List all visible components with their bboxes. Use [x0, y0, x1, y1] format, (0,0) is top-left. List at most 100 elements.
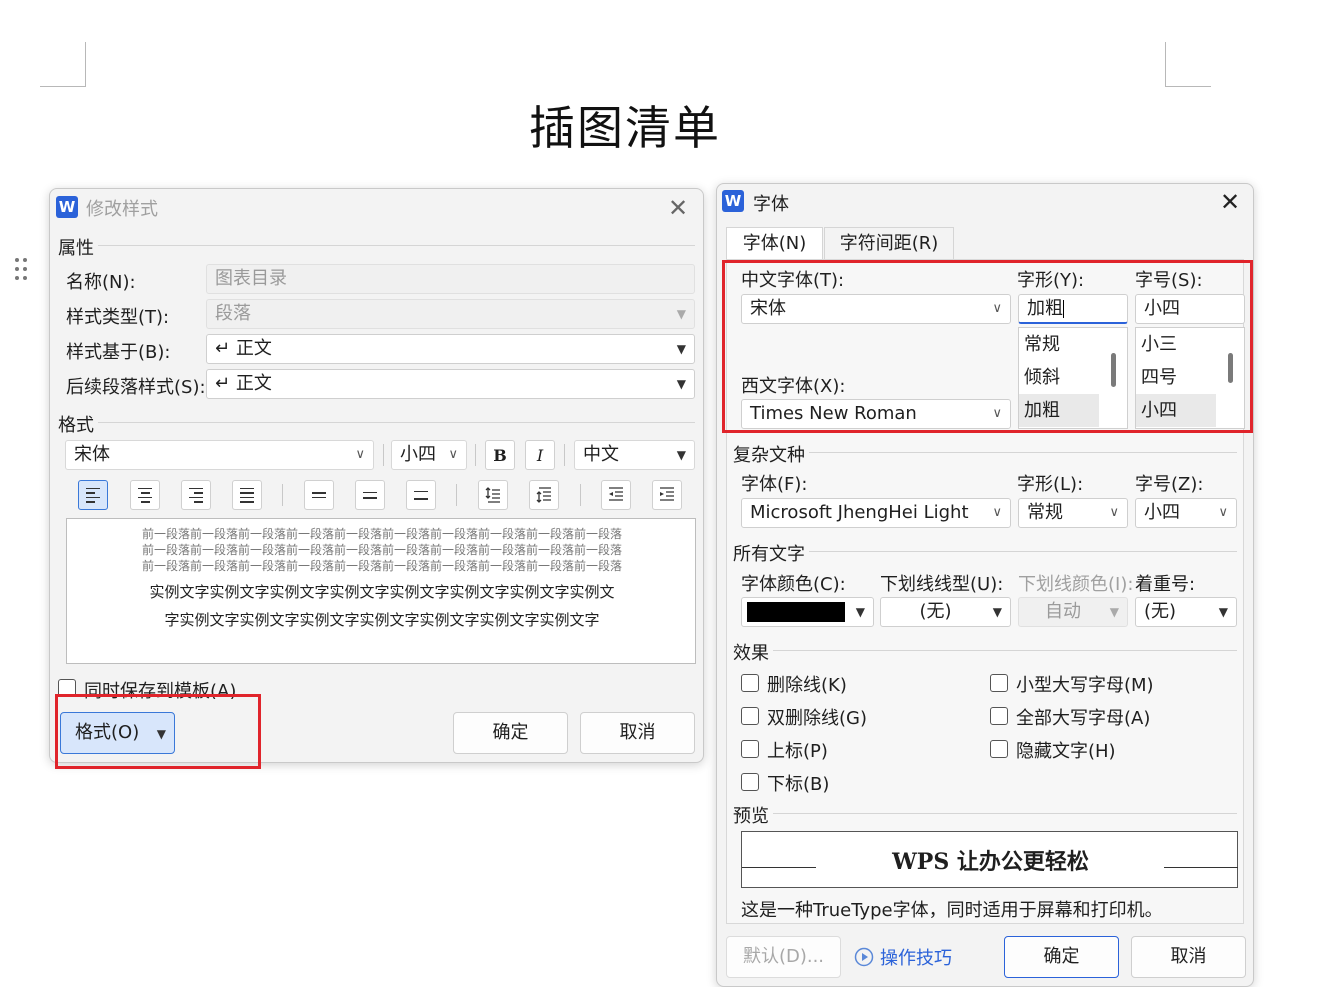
wps-app-icon: W [722, 190, 744, 212]
double-spacing-button[interactable] [406, 480, 436, 510]
size-select[interactable]: 小四 ∨ [391, 440, 467, 470]
strikethrough-checkbox[interactable] [741, 674, 759, 692]
preview-prev-paragraph: 前一段落前一段落前一段落前一段落前一段落前一段落前一段落前一段落前一段落前一段落 [141, 543, 622, 557]
tips-link[interactable]: 操作技巧 [854, 944, 952, 970]
complex-style-value: 常规 [1027, 502, 1063, 523]
complex-font-value: Microsoft JhengHei Light [750, 502, 969, 523]
hidden-text-label: 隐藏文字(H) [1016, 741, 1116, 762]
subscript-checkbox[interactable] [741, 773, 759, 791]
ok-button[interactable]: 确定 [453, 712, 568, 754]
next-style-value: 正文 [235, 373, 272, 394]
justify-button[interactable] [232, 480, 262, 510]
play-circle-icon [854, 947, 874, 967]
divider [282, 484, 283, 506]
cancel-button[interactable]: 取消 [1131, 936, 1246, 978]
style-preview-box: 前一段落前一段落前一段落前一段落前一段落前一段落前一段落前一段落前一段落前一段落… [66, 518, 696, 664]
double-strikethrough-label: 双删除线(G) [767, 708, 867, 729]
script-select[interactable]: 中文 ▼ [574, 440, 695, 470]
font-color-label: 字体颜色(C): [741, 574, 846, 595]
divider [98, 422, 695, 423]
align-left-button[interactable] [78, 480, 108, 510]
complex-style-select[interactable]: 常规 ∨ [1018, 498, 1128, 528]
align-right-icon [189, 487, 203, 503]
underline-style-label: 下划线线型(U): [880, 574, 1004, 595]
complex-size-value: 小四 [1144, 502, 1180, 523]
style-type-select[interactable]: 段落 ▼ [206, 299, 695, 329]
divider [475, 444, 476, 466]
underline-color-select[interactable]: 自动 ▼ [1018, 597, 1128, 627]
close-icon[interactable]: ✕ [668, 196, 688, 220]
next-style-select[interactable]: ↵ 正文 ▼ [206, 369, 695, 399]
complex-style-label: 字形(L): [1017, 474, 1084, 495]
strikethrough-label: 删除线(K) [767, 675, 847, 696]
caret-down-icon: ▼ [1218, 605, 1228, 619]
divider [773, 813, 1237, 814]
close-icon[interactable]: ✕ [1220, 190, 1240, 214]
format-section-title: 格式 [58, 415, 94, 436]
size-value: 小四 [400, 444, 436, 465]
decrease-indent-icon [609, 487, 623, 501]
chevron-down-icon: ∨ [992, 505, 1002, 520]
script-value: 中文 [583, 444, 619, 465]
font-preview-box: WPS 让办公更轻松 [741, 831, 1238, 888]
tab-character-spacing[interactable]: 字符间距(R) [824, 227, 954, 260]
italic-button[interactable]: I [525, 440, 555, 470]
underline-style-select[interactable]: (无) ▼ [880, 597, 1011, 627]
preview-section-title: 预览 [733, 806, 769, 827]
cancel-button[interactable]: 取消 [580, 712, 695, 754]
ok-button[interactable]: 确定 [1004, 936, 1119, 978]
properties-section-title: 属性 [58, 238, 94, 259]
divider [383, 444, 384, 466]
modify-style-dialog: W 修改样式 ✕ 属性 名称(N): 图表目录 样式类型(T): 段落 ▼ 样式… [49, 188, 704, 763]
space-before-button[interactable] [478, 480, 508, 510]
all-caps-checkbox[interactable] [990, 707, 1008, 725]
drag-handle-icon[interactable] [14, 257, 28, 281]
complex-font-label: 字体(F): [741, 474, 808, 495]
subscript-label: 下标(B) [767, 774, 830, 795]
align-right-button[interactable] [181, 480, 211, 510]
based-on-select[interactable]: ↵ 正文 ▼ [206, 334, 695, 364]
chevron-down-icon: ∨ [448, 447, 458, 462]
page-heading: 插图清单 [529, 101, 721, 155]
divider [98, 245, 695, 246]
align-center-icon [138, 487, 152, 503]
default-button[interactable]: 默认(D)... [726, 936, 841, 978]
based-on-value: 正文 [235, 338, 272, 359]
single-spacing-button[interactable] [304, 480, 334, 510]
emphasis-select[interactable]: (无) ▼ [1135, 597, 1237, 627]
complex-font-select[interactable]: Microsoft JhengHei Light ∨ [741, 498, 1011, 528]
increase-indent-button[interactable] [652, 480, 682, 510]
caret-down-icon: ▼ [855, 605, 865, 619]
caret-down-icon: ▼ [676, 377, 686, 391]
chevron-down-icon: ∨ [355, 447, 365, 462]
line-spacing-double-icon [414, 490, 428, 500]
caret-down-icon: ▼ [992, 605, 1002, 619]
name-field[interactable]: 图表目录 [206, 264, 695, 294]
style-type-label: 样式类型(T): [66, 307, 170, 328]
all-text-section-title: 所有文字 [733, 544, 805, 565]
style-type-value: 段落 [215, 303, 251, 324]
dialog-title: 字体 [753, 194, 789, 215]
bold-button[interactable]: B [485, 440, 515, 470]
space-before-icon [485, 487, 500, 503]
decrease-indent-button[interactable] [601, 480, 631, 510]
complex-size-select[interactable]: 小四 ∨ [1135, 498, 1237, 528]
hidden-text-checkbox[interactable] [990, 740, 1008, 758]
one-half-spacing-button[interactable] [355, 480, 385, 510]
align-center-button[interactable] [130, 480, 160, 510]
highlight-box-font-group [722, 260, 1253, 433]
font-select[interactable]: 宋体 ∨ [65, 440, 374, 470]
double-strikethrough-checkbox[interactable] [741, 707, 759, 725]
caret-down-icon: ▼ [676, 342, 686, 356]
space-after-button[interactable] [529, 480, 559, 510]
page-corner-mark-right [1165, 42, 1211, 87]
superscript-checkbox[interactable] [741, 740, 759, 758]
small-caps-checkbox[interactable] [990, 674, 1008, 692]
based-on-label: 样式基于(B): [66, 342, 171, 363]
tab-font[interactable]: 字体(N) [726, 227, 823, 260]
highlight-box-format [55, 694, 261, 769]
complex-section-title: 复杂文种 [733, 445, 805, 466]
superscript-label: 上标(P) [767, 741, 828, 762]
font-color-select[interactable]: ▼ [741, 597, 874, 627]
name-label: 名称(N): [66, 272, 136, 293]
